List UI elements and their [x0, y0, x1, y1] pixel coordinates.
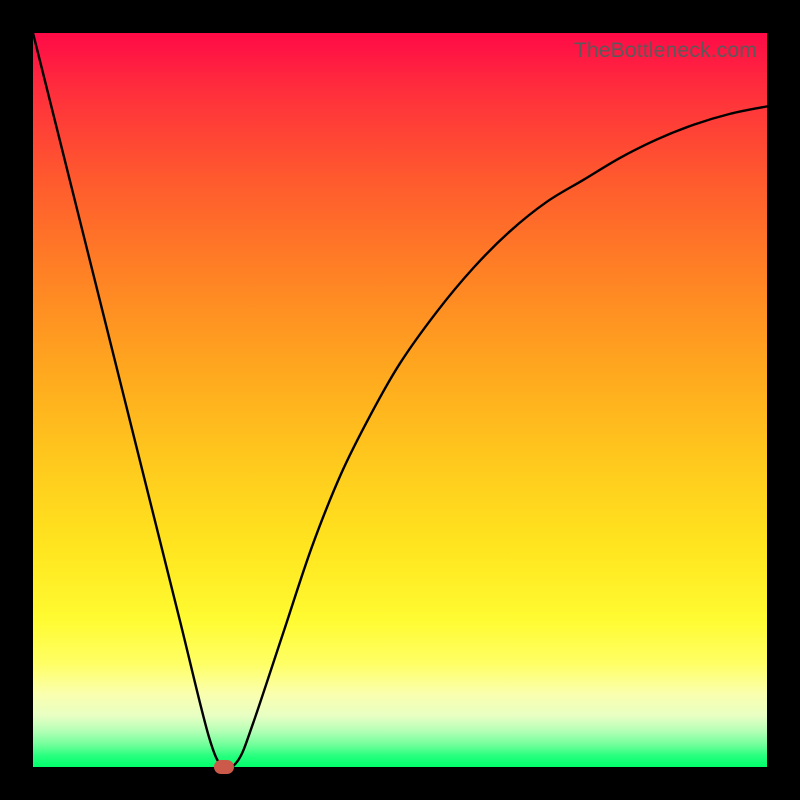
watermark-text: TheBottleneck.com	[574, 39, 757, 63]
plot-area: TheBottleneck.com	[33, 33, 767, 767]
chart-frame: TheBottleneck.com	[0, 0, 800, 800]
optimal-point-marker	[214, 760, 234, 774]
bottleneck-curve	[33, 33, 767, 767]
